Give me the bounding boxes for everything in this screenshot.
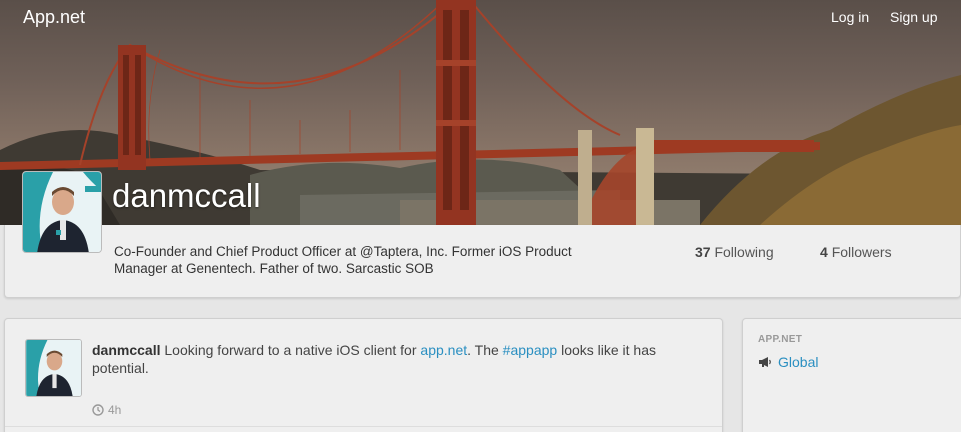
following-count: 37 — [695, 244, 711, 260]
post-timestamp[interactable]: 4h — [92, 403, 121, 417]
following-label: Following — [714, 244, 774, 260]
followers-count: 4 — [820, 244, 828, 260]
post-time-label: 4h — [108, 403, 122, 417]
signup-link[interactable]: Sign up — [890, 9, 937, 25]
post-card: danmccall Looking forward to a native iO… — [4, 318, 723, 432]
sidebar-heading: APP.NET — [758, 334, 803, 345]
profile-banner: App.net Log in Sign up danmccall — [0, 0, 961, 225]
post-text: danmccall Looking forward to a native iO… — [92, 341, 702, 377]
sidebar-item-global[interactable]: Global — [758, 354, 818, 370]
megaphone-icon — [759, 357, 771, 367]
post-username[interactable]: danmccall — [92, 342, 160, 358]
sidebar-card: APP.NET Global — [742, 318, 961, 432]
sidebar-item-label: Global — [778, 354, 819, 370]
profile-username: danmccall — [112, 177, 261, 214]
post-hashtag[interactable]: #appapp — [503, 342, 558, 358]
followers-label: Followers — [831, 244, 892, 260]
post-text-before: Looking forward to a native iOS client f… — [164, 342, 417, 358]
following-stat[interactable]: 37 Following — [695, 244, 774, 260]
profile-avatar[interactable] — [22, 171, 102, 253]
profile-card: Co-Founder and Chief Product Officer at … — [4, 225, 961, 298]
followers-stat[interactable]: 4 Followers — [820, 244, 892, 260]
post-link-domain[interactable]: app.net — [420, 342, 467, 358]
brand-logo[interactable]: App.net — [23, 7, 85, 28]
post-text-middle: . The — [467, 342, 499, 358]
post-avatar[interactable] — [25, 339, 82, 397]
clock-icon — [92, 404, 104, 416]
post-divider — [5, 426, 722, 427]
login-link[interactable]: Log in — [831, 9, 869, 25]
top-bar: App.net Log in Sign up — [0, 0, 961, 34]
profile-bio: Co-Founder and Chief Product Officer at … — [114, 244, 572, 276]
